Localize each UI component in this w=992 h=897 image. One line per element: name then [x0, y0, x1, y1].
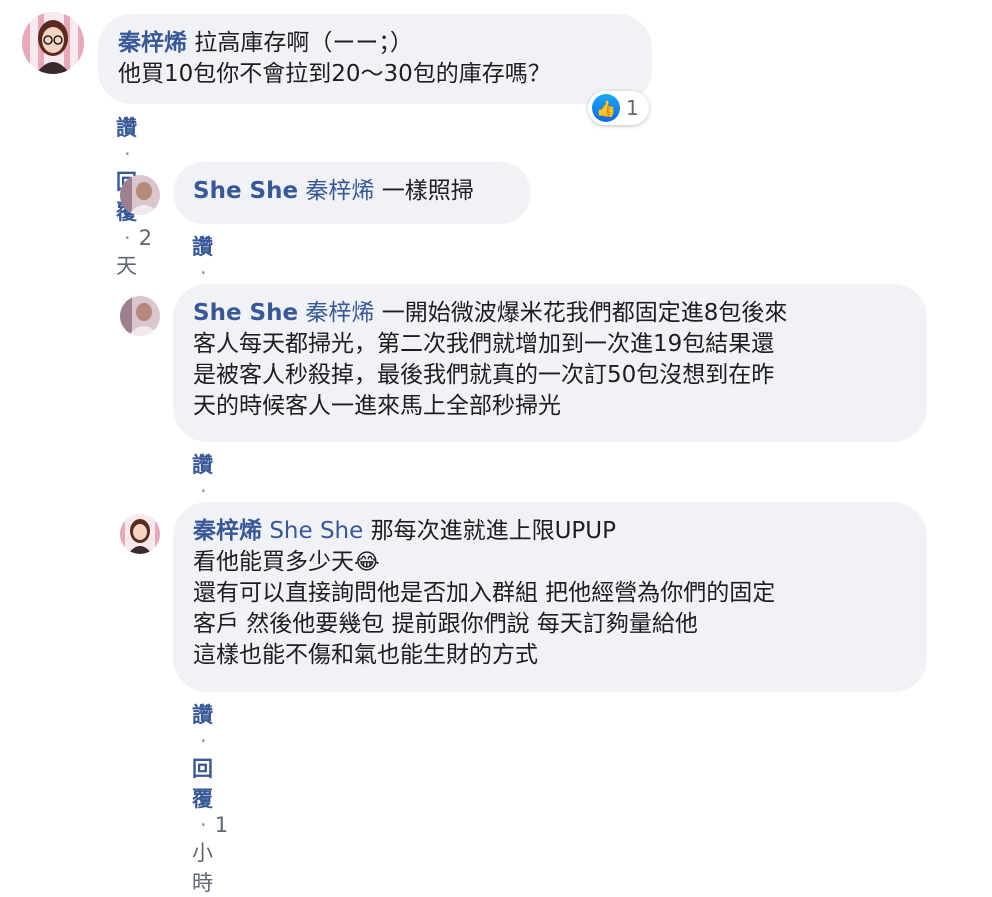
comment-bubble: She She 秦梓烯 一開始微波爆米花我們都固定進8包後來 客人每天都掃光，第…	[173, 284, 927, 442]
mention-link[interactable]: 秦梓烯	[305, 178, 374, 204]
comment-text: 他買10包你不會拉到20～30包的庫存嗎？	[118, 61, 551, 87]
comment-text: 是被客人秒殺掉，最後我們就真的一次訂50包沒想到在昨	[193, 362, 775, 388]
comment-author[interactable]: 秦梓烯	[193, 518, 262, 544]
avatar[interactable]	[120, 296, 160, 336]
separator: ·	[124, 142, 131, 166]
thumbs-up-icon: 👍	[592, 94, 620, 122]
comment-bubble: 秦梓烯 拉高庫存啊（ーー；） 他買10包你不會拉到20～30包的庫存嗎？	[98, 14, 652, 104]
avatar[interactable]	[120, 514, 160, 554]
comment-bubble: She She 秦梓烯 一樣照掃	[173, 162, 531, 224]
separator: ·	[200, 813, 207, 837]
separator: ·	[124, 226, 131, 250]
comment-bubble: 秦梓烯 She She 那每次進就進上限UPUP 看他能買多少天😂 還有可以直接…	[173, 502, 927, 692]
separator: ·	[200, 261, 207, 285]
like-link[interactable]: 讚	[192, 453, 213, 477]
like-link[interactable]: 讚	[192, 235, 213, 259]
reaction-badge[interactable]: 👍 1	[588, 91, 649, 125]
comment-text: 看他能買多少天	[193, 549, 354, 575]
reaction-count: 1	[626, 96, 639, 120]
like-link[interactable]: 讚	[192, 703, 213, 727]
comment-text: 天的時候客人一進來馬上全部秒掃光	[193, 393, 561, 419]
mention-link[interactable]: She She	[269, 518, 363, 544]
comment-text: 一開始微波爆米花我們都固定進8包後來	[381, 300, 788, 326]
comment-actions: 讚·回覆· 1小時	[192, 699, 228, 897]
avatar[interactable]	[120, 175, 160, 215]
comment-text: 客人每天都掃光，第二次我們就增加到一次進19包結果還	[193, 331, 775, 357]
comment-author[interactable]: She She	[193, 178, 298, 204]
laughing-emoji-icon: 😂	[354, 550, 380, 575]
comment-text: 這樣也能不傷和氣也能生財的方式	[193, 642, 538, 668]
like-link[interactable]: 讚	[116, 116, 137, 140]
comment-author[interactable]: 秦梓烯	[118, 30, 187, 56]
separator: ·	[200, 729, 207, 753]
separator: ·	[200, 479, 207, 503]
timestamp[interactable]: 1小時	[192, 813, 228, 895]
avatar[interactable]	[22, 12, 84, 74]
comment-text: 還有可以直接詢問他是否加入群組 把他經營為你們的固定	[193, 580, 776, 606]
comment-text: 那每次進就進上限UPUP	[370, 518, 617, 544]
timestamp[interactable]: 2天	[116, 226, 152, 278]
comment-text: 拉高庫存啊（ーー；）	[194, 30, 413, 56]
reply-link[interactable]: 回覆	[192, 757, 213, 811]
mention-link[interactable]: 秦梓烯	[305, 300, 374, 326]
comment-author[interactable]: She She	[193, 300, 298, 326]
comment-text: 客戶 然後他要幾包 提前跟你們說 每天訂夠量給他	[193, 611, 698, 637]
comment-text: 一樣照掃	[381, 178, 474, 204]
